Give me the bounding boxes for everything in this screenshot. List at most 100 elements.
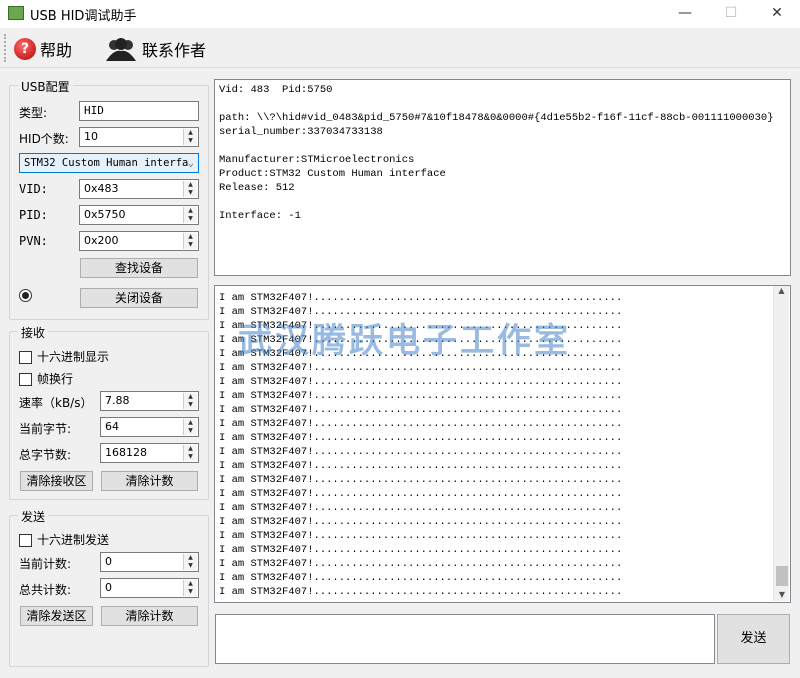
hex-display-checkbox[interactable]: 十六进制显示: [19, 348, 109, 365]
send-title: 发送: [18, 508, 49, 525]
title-bar: USB HID调试助手 — ☐ ✕: [0, 0, 800, 28]
pvn-value: 0x200: [84, 234, 119, 247]
close-device-button[interactable]: 关闭设备: [80, 288, 198, 308]
scroll-down-icon[interactable]: ▼: [774, 590, 790, 599]
help-button[interactable]: ? 帮助: [14, 34, 72, 64]
send-input[interactable]: [215, 614, 715, 664]
hid-count-value: 10: [84, 130, 98, 143]
hid-count-stepper[interactable]: 10 ▲ ▼: [79, 127, 199, 147]
receive-line: I am STM32F407!.........................…: [219, 306, 623, 318]
contact-label: 联系作者: [142, 41, 207, 60]
clear-receive-button[interactable]: 清除接收区: [20, 471, 93, 491]
receive-line: I am STM32F407!.........................…: [219, 334, 623, 346]
receive-line: I am STM32F407!.........................…: [219, 404, 623, 416]
help-label: 帮助: [40, 41, 73, 60]
vid-stepper[interactable]: 0x483 ▲ ▼: [79, 179, 199, 199]
receive-line: I am STM32F407!.........................…: [219, 544, 623, 556]
receive-line: I am STM32F407!.........................…: [219, 572, 623, 584]
users-icon: [106, 38, 136, 61]
clear-receive-count-button[interactable]: 清除计数: [101, 471, 198, 491]
checkbox-icon: [19, 351, 32, 364]
clear-send-button[interactable]: 清除发送区: [20, 606, 93, 626]
vid-value: 0x483: [84, 182, 119, 195]
spin-icon[interactable]: ▲ ▼: [183, 129, 197, 145]
receive-line: I am STM32F407!.........................…: [219, 348, 623, 360]
scroll-thumb[interactable]: [776, 566, 788, 586]
current-count-label: 当前计数:: [19, 557, 72, 571]
minimize-button[interactable]: —: [662, 0, 708, 28]
total-bytes-value: 168128: [105, 446, 147, 459]
rate-label: 速率（kB/s）: [19, 396, 93, 410]
current-count-stepper[interactable]: 0 ▲ ▼: [100, 552, 199, 572]
spin-icon[interactable]: ▲ ▼: [183, 419, 197, 435]
scrollbar[interactable]: ▲ ▼: [773, 286, 789, 601]
pid-label: PID:: [19, 208, 48, 222]
receive-line: I am STM32F407!.........................…: [219, 362, 623, 374]
receive-line: I am STM32F407!.........................…: [219, 488, 623, 500]
usb-config-title: USB配置: [18, 78, 73, 95]
total-count-stepper[interactable]: 0 ▲ ▼: [100, 578, 199, 598]
device-info-text[interactable]: Vid: 483 Pid:5750 path: \\?\hid#vid_0483…: [214, 79, 791, 276]
receive-area[interactable]: I am STM32F407!.........................…: [214, 285, 791, 603]
receive-line: I am STM32F407!.........................…: [219, 432, 623, 444]
receive-line: I am STM32F407!.........................…: [219, 320, 623, 332]
current-count-value: 0: [105, 555, 112, 568]
hex-send-checkbox[interactable]: 十六进制发送: [19, 531, 109, 548]
receive-line: I am STM32F407!.........................…: [219, 558, 623, 570]
device-select-value: STM32 Custom Human interfa: [24, 157, 189, 169]
spin-icon[interactable]: ▲ ▼: [183, 580, 197, 596]
vid-label: VID:: [19, 182, 48, 196]
help-icon: ?: [14, 38, 36, 60]
device-select[interactable]: STM32 Custom Human interfa ⌄: [19, 153, 199, 173]
current-bytes-stepper[interactable]: 64 ▲ ▼: [100, 417, 199, 437]
app-icon: [8, 6, 24, 20]
total-count-label: 总共计数:: [19, 583, 72, 597]
receive-title: 接收: [18, 324, 49, 341]
frame-newline-label: 帧换行: [37, 372, 74, 386]
receive-line: I am STM32F407!.........................…: [219, 418, 623, 430]
clear-send-count-button[interactable]: 清除计数: [101, 606, 198, 626]
window-title: USB HID调试助手: [30, 9, 137, 24]
total-bytes-label: 总字节数:: [19, 448, 72, 462]
receive-line: I am STM32F407!.........................…: [219, 516, 623, 528]
find-device-button[interactable]: 查找设备: [80, 258, 198, 278]
rate-stepper[interactable]: 7.88 ▲ ▼: [100, 391, 199, 411]
current-bytes-value: 64: [105, 420, 119, 433]
receive-line: I am STM32F407!.........................…: [219, 446, 623, 458]
type-label: 类型:: [19, 106, 48, 120]
rate-value: 7.88: [105, 394, 130, 407]
spin-icon[interactable]: ▲ ▼: [183, 393, 197, 409]
status-radio[interactable]: [19, 289, 32, 302]
spin-icon[interactable]: ▲ ▼: [183, 233, 197, 249]
hex-send-label: 十六进制发送: [37, 533, 110, 547]
scroll-up-icon[interactable]: ▲: [774, 286, 789, 295]
pvn-label: PVN:: [19, 234, 48, 248]
frame-newline-checkbox[interactable]: 帧换行: [19, 370, 73, 387]
receive-line: I am STM32F407!.........................…: [219, 474, 623, 486]
chevron-down-icon: ⌄: [187, 157, 194, 169]
receive-lines: I am STM32F407!.........................…: [219, 291, 786, 599]
spin-icon[interactable]: ▲ ▼: [183, 181, 197, 197]
current-bytes-label: 当前字节:: [19, 422, 72, 436]
contact-author-button[interactable]: 联系作者: [104, 34, 206, 64]
spin-icon[interactable]: ▲ ▼: [183, 554, 197, 570]
total-bytes-stepper[interactable]: 168128 ▲ ▼: [100, 443, 199, 463]
receive-line: I am STM32F407!.........................…: [219, 530, 623, 542]
receive-line: I am STM32F407!.........................…: [219, 586, 623, 598]
pid-stepper[interactable]: 0x5750 ▲ ▼: [79, 205, 199, 225]
spin-icon[interactable]: ▲ ▼: [183, 207, 197, 223]
close-button[interactable]: ✕: [754, 0, 800, 28]
pid-value: 0x5750: [84, 208, 126, 221]
checkbox-icon: [19, 534, 32, 547]
maximize-button[interactable]: ☐: [708, 0, 754, 28]
receive-line: I am STM32F407!.........................…: [219, 376, 623, 388]
receive-line: I am STM32F407!.........................…: [219, 292, 623, 304]
hid-count-label: HID个数:: [19, 132, 69, 146]
toolbar-grip[interactable]: [4, 34, 6, 62]
pvn-stepper[interactable]: 0x200 ▲ ▼: [79, 231, 199, 251]
send-button[interactable]: 发送: [717, 614, 790, 664]
checkbox-icon: [19, 373, 32, 386]
type-field[interactable]: HID: [79, 101, 199, 121]
spin-icon[interactable]: ▲ ▼: [183, 445, 197, 461]
total-count-value: 0: [105, 581, 112, 594]
